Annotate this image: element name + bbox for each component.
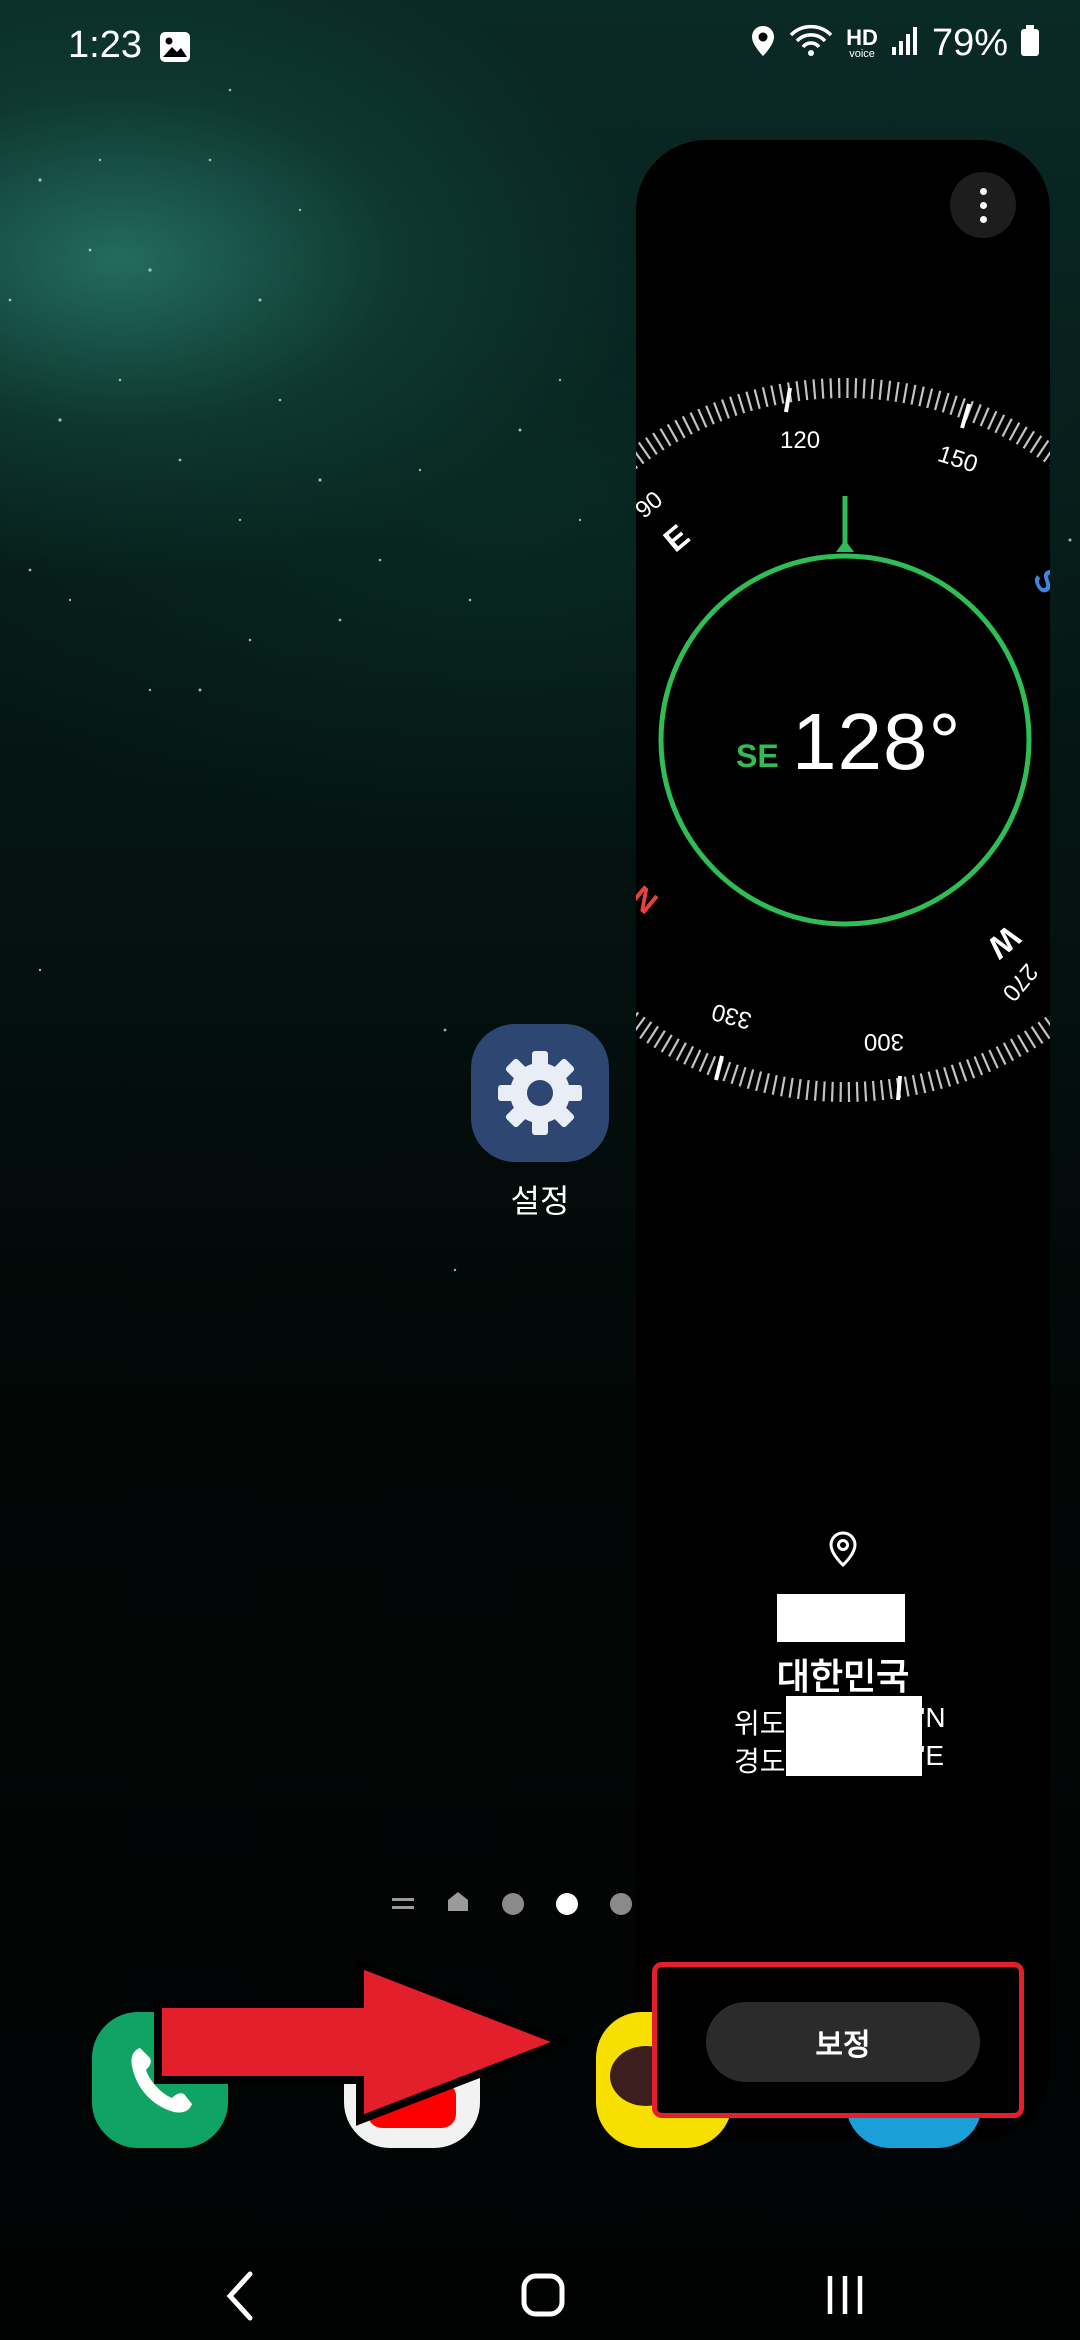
dial-label-90: 90 <box>630 486 668 524</box>
page-dot-active <box>556 1892 578 1915</box>
page-dot <box>610 1892 632 1915</box>
redacted-coordinates <box>786 1696 922 1776</box>
location-pin-icon <box>828 1530 858 1573</box>
dial-label-150: 150 <box>935 440 981 478</box>
dial-label-300: 300 <box>864 1028 904 1055</box>
dial-label-south: S <box>1026 563 1068 599</box>
dial-label-270: 270 <box>997 958 1043 1006</box>
more-options-button[interactable] <box>950 172 1016 238</box>
calibrate-button[interactable]: 보정 <box>706 2002 980 2082</box>
dial-label-west: W <box>980 919 1027 967</box>
page-indicator <box>392 1890 632 1917</box>
dial-label-east: E <box>657 517 696 558</box>
dial-label-330: 330 <box>709 998 755 1034</box>
redacted-city <box>777 1594 905 1642</box>
location-country: 대한민국 <box>776 1656 910 1697</box>
latitude-suffix: 'N <box>920 1702 946 1733</box>
heading-degrees: 128° <box>792 697 962 786</box>
longitude-label: 경도 <box>734 1746 786 1777</box>
page-dot <box>502 1892 524 1915</box>
back-icon[interactable] <box>220 2268 260 2329</box>
longitude-suffix: 'E <box>920 1740 945 1771</box>
annotation-arrow <box>154 1960 570 2126</box>
dial-label-120: 120 <box>780 427 820 454</box>
navigation-bar <box>0 2220 1080 2340</box>
home-icon[interactable] <box>520 2272 566 2323</box>
page-indicator-list-icon <box>392 1898 414 1909</box>
dial-label-north: N <box>624 879 665 921</box>
recents-icon[interactable] <box>822 2272 868 2323</box>
compass-tick-ring <box>636 378 1050 1102</box>
latitude-label: 위도 <box>734 1708 786 1739</box>
page-indicator-home-icon <box>446 1890 470 1917</box>
heading-direction: SE <box>736 738 779 774</box>
